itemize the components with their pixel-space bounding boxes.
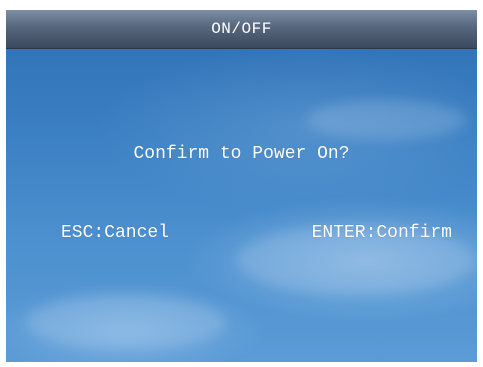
sky-cloud [26,295,226,350]
confirm-option[interactable]: ENTER:Confirm [312,223,452,243]
title-bar: ON/OFF [6,10,477,49]
power-dialog-screen: ON/OFF Confirm to Power On? ESC:Cancel E… [6,10,477,362]
cancel-option[interactable]: ESC:Cancel [61,223,169,243]
dialog-title: ON/OFF [211,20,272,38]
power-on-prompt: Confirm to Power On? [133,144,350,164]
sky-cloud [306,100,466,140]
device-frame: ON/OFF Confirm to Power On? ESC:Cancel E… [0,0,483,367]
